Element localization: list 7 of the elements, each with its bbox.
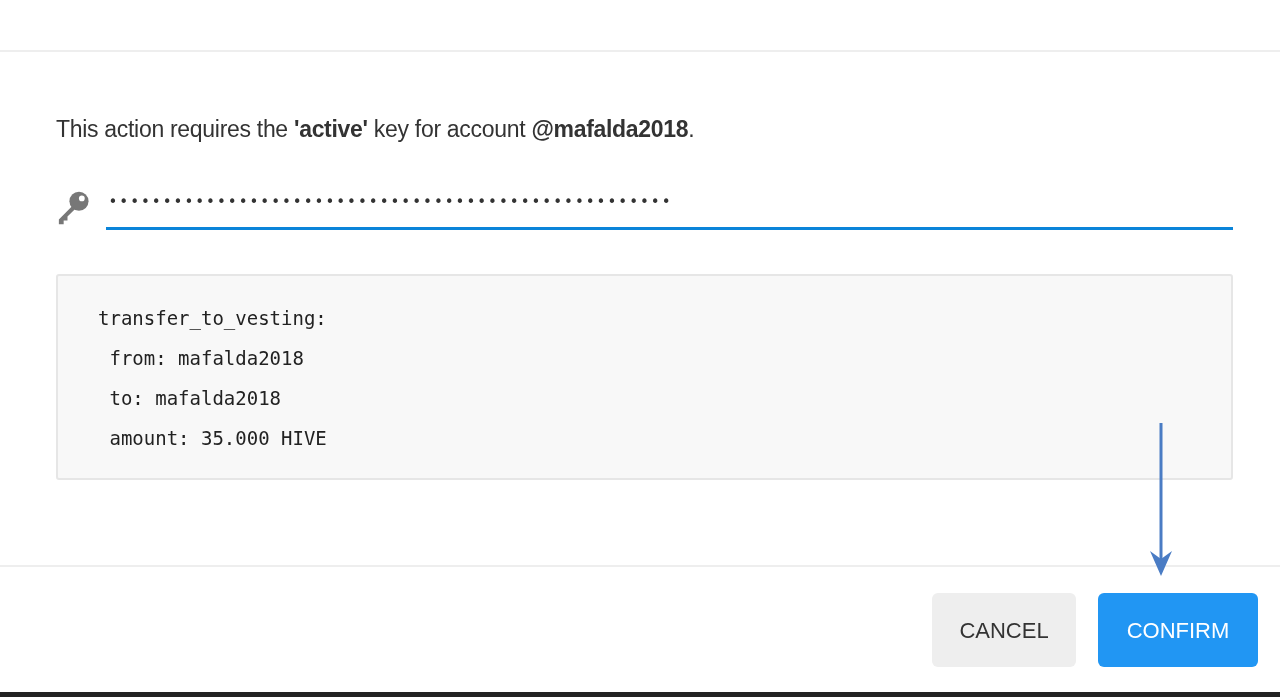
- cancel-button[interactable]: CANCEL: [932, 593, 1076, 667]
- message-text: This action requires the 'active' key for account @mafalda2018.: [56, 115, 696, 144]
- operation-line: to: mafalda2018: [108, 386, 283, 411]
- operation-line: amount: 35.000 HIVE: [108, 426, 328, 451]
- operation-line: from: mafalda2018: [108, 346, 305, 371]
- key-field[interactable]: ••••••••••••••••••••••••••••••••••••••••••••••••••••: [106, 186, 1233, 230]
- operation-line: transfer_to_vesting:: [98, 306, 328, 332]
